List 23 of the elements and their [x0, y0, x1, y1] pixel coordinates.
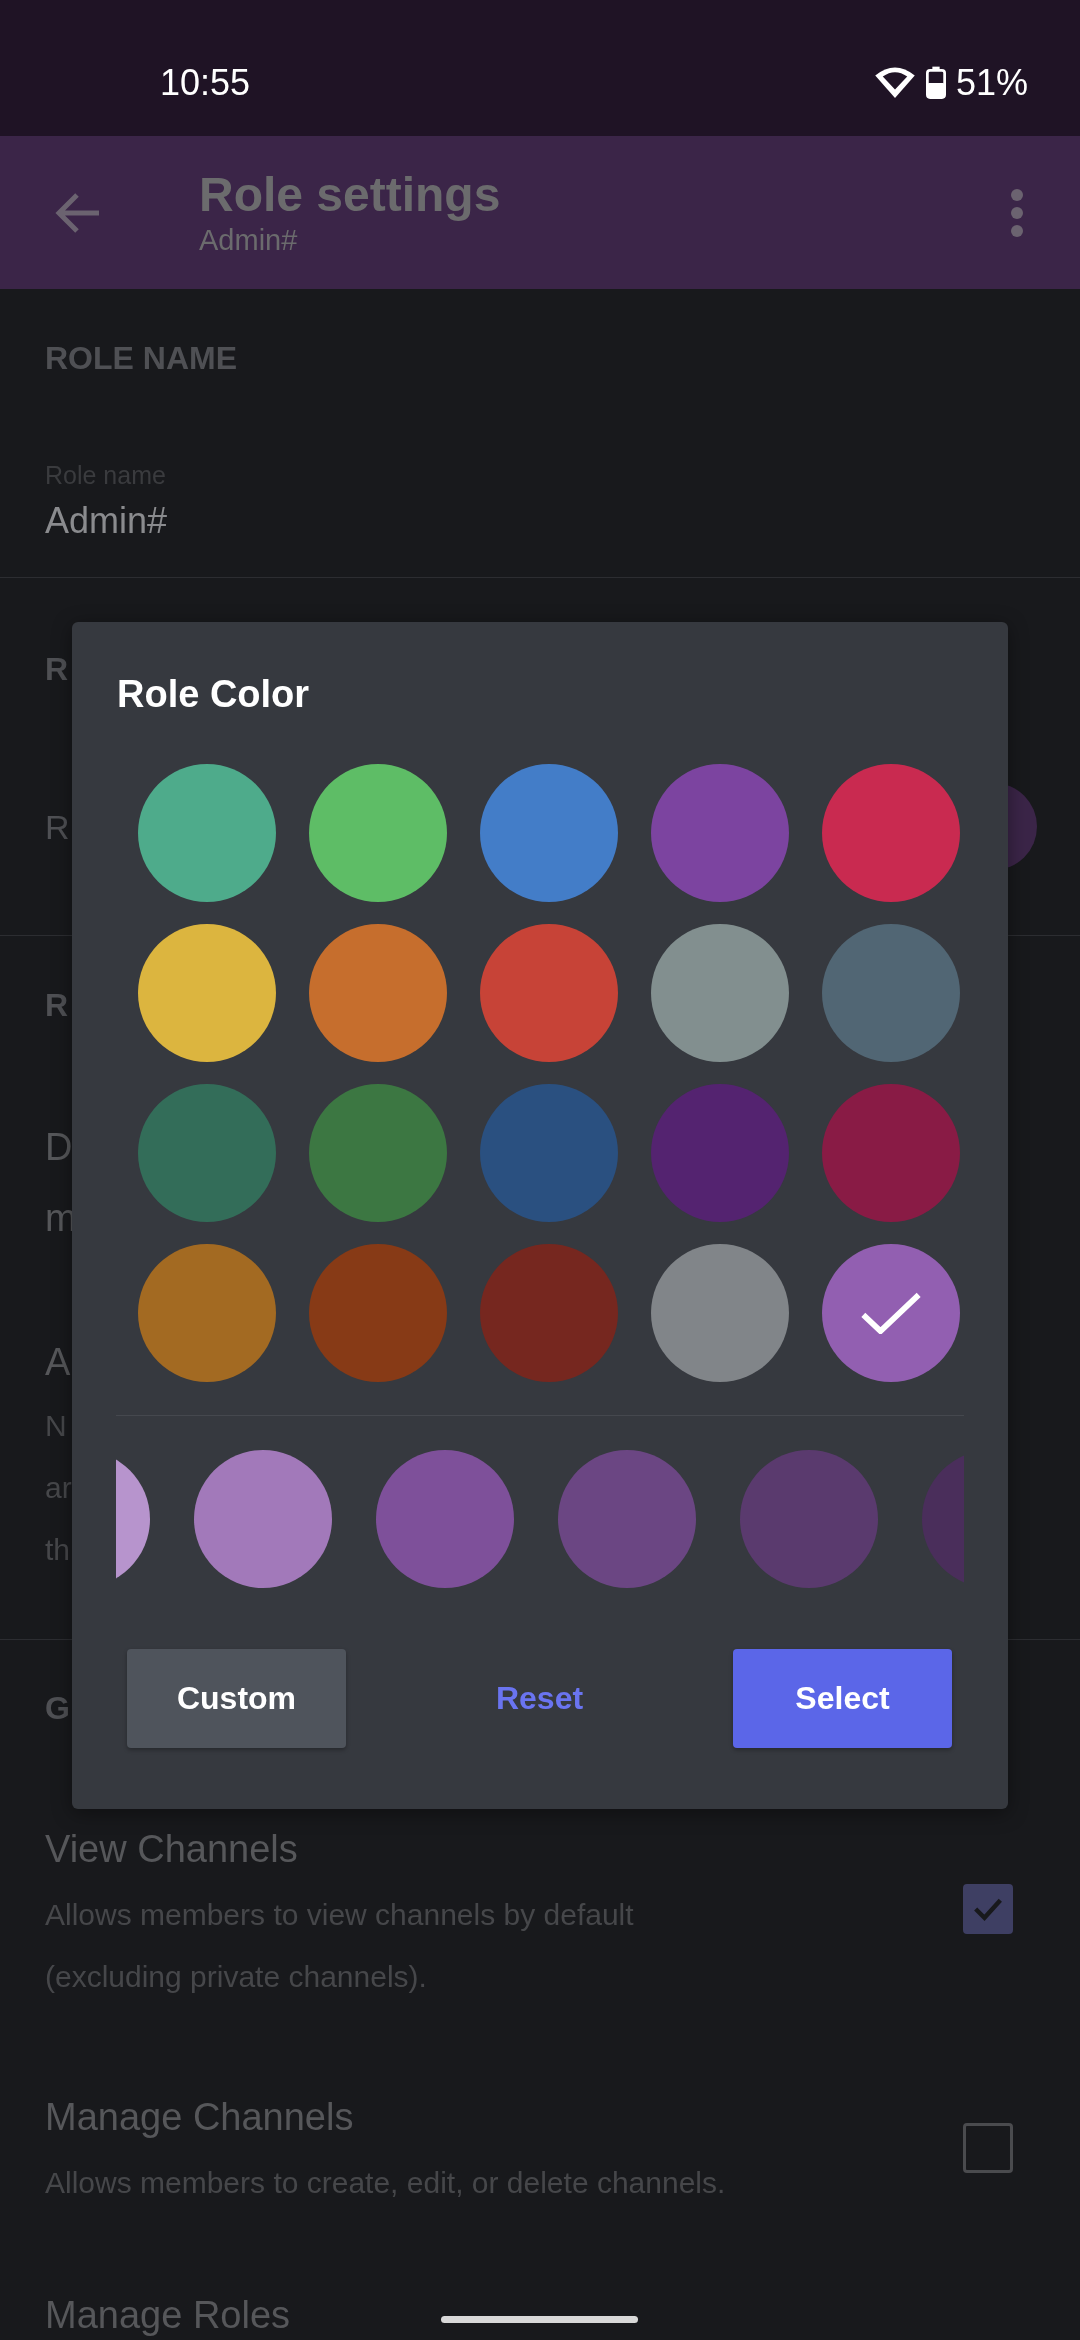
permission-title: A: [45, 1340, 71, 1385]
reset-link[interactable]: Reset: [485, 1668, 594, 1729]
permission-title: Manage Roles: [45, 2294, 291, 2336]
select-button[interactable]: Select: [733, 1649, 952, 1748]
section-heading: ROLE NAME: [45, 339, 237, 378]
screen-title: Role settings: [199, 167, 502, 222]
section-heading: R: [45, 650, 69, 689]
battery-percent: 51%: [955, 62, 1028, 104]
checkbox[interactable]: [963, 2123, 1013, 2173]
more-options-icon[interactable]: [1010, 187, 1024, 238]
row-label: R: [45, 806, 70, 847]
custom-button[interactable]: Custom: [127, 1649, 346, 1748]
section-heading: R: [45, 986, 69, 1025]
wifi-icon: [873, 67, 916, 99]
status-time: 10:55: [160, 62, 251, 104]
checkbox[interactable]: [963, 1884, 1013, 1934]
permission-title: View Channels: [45, 1827, 298, 1872]
battery-icon: [925, 66, 946, 100]
dialog-title: Role Color: [117, 672, 310, 717]
permission-title: Manage Channels: [45, 2095, 354, 2140]
section-heading: G: [45, 1689, 70, 1728]
screen-subtitle: Admin#: [199, 222, 299, 258]
checkmark-icon: [860, 1292, 922, 1334]
